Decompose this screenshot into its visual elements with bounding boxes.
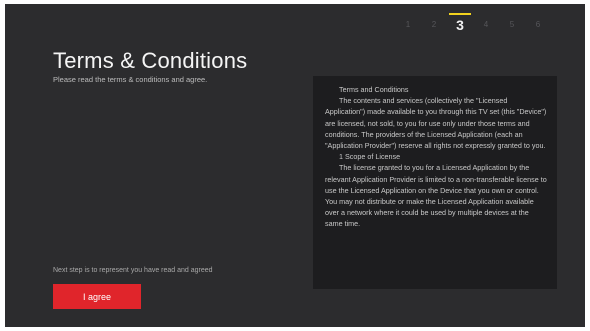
step-5: 5 — [509, 20, 515, 29]
step-6: 6 — [535, 20, 541, 29]
terms-scroll-box[interactable]: Terms and Conditions The contents and se… — [313, 76, 557, 289]
page-title: Terms & Conditions — [53, 48, 248, 73]
step-3-current: 3 — [447, 13, 473, 34]
page-subtitle: Please read the terms & conditions and a… — [53, 75, 208, 84]
terms-paragraph: The license granted to you for a License… — [325, 163, 547, 229]
step-indicator: 1 2 3 4 5 6 — [395, 13, 551, 36]
step-4: 4 — [483, 20, 489, 29]
next-step-note: Next step is to represent you have read … — [53, 267, 213, 274]
step-1: 1 — [405, 20, 411, 29]
agree-button[interactable]: I agree — [53, 284, 141, 309]
terms-section-heading: 1 Scope of License — [339, 152, 401, 162]
terms-screen: 1 2 3 4 5 6 Terms & Conditions Please re… — [5, 4, 585, 327]
terms-paragraph: The contents and services (collectively … — [325, 96, 547, 151]
terms-heading: Terms and Conditions — [339, 85, 409, 94]
terms-content: Terms and Conditions The contents and se… — [313, 76, 557, 230]
step-2: 2 — [431, 20, 437, 29]
